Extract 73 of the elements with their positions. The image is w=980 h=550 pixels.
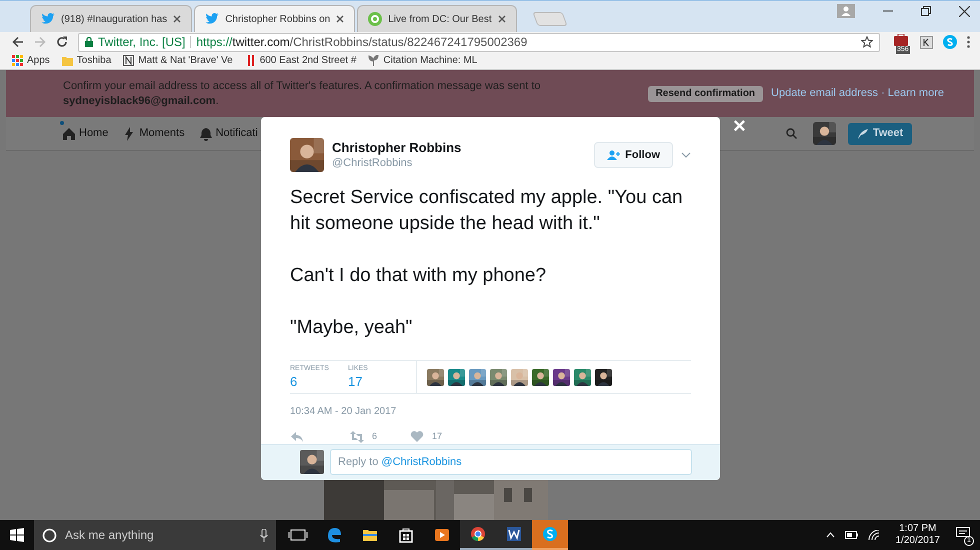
taskbar-search[interactable]: Ask me anything: [34, 520, 276, 550]
taskbar-app[interactable]: [496, 520, 532, 550]
n-logo-icon: [123, 55, 134, 66]
bird-icon: [205, 13, 220, 25]
notifications-icon[interactable]: [956, 527, 970, 540]
site-identity: Twitter, Inc. [US]: [98, 34, 186, 51]
browser-tab[interactable]: (918) #Inauguration has: [30, 5, 192, 32]
reply-field[interactable]: Reply to @ChristRobbins: [330, 449, 692, 476]
update-email-link[interactable]: Update email address: [771, 85, 878, 102]
folder-icon: [62, 55, 73, 66]
star-icon[interactable]: [861, 36, 873, 48]
plant-icon: [368, 55, 380, 66]
follow-button[interactable]: Follow: [594, 142, 673, 168]
close-icon[interactable]: [498, 15, 506, 23]
windows-logo-icon[interactable]: [10, 528, 24, 542]
taskbar-app[interactable]: [460, 520, 496, 550]
bookmark[interactable]: 600 East 2nd Street #: [260, 53, 356, 68]
lock-icon: [85, 37, 93, 47]
address-bar[interactable]: Twitter, Inc. [US] https://twitter.com/ChristRobbins/status/822467241795002369: [78, 32, 880, 52]
tweet-button[interactable]: Tweet: [848, 122, 912, 144]
banner-message: Confirm your email address to access all of Twitter's features. A confirmation message was sent to sydneyisblack96@gmail.com.: [63, 78, 542, 108]
nav-item[interactable]: Notificati: [198, 125, 258, 142]
search-icon[interactable]: [786, 128, 797, 139]
reload-icon[interactable]: [56, 36, 68, 48]
close-icon[interactable]: [336, 15, 344, 23]
home-icon: [62, 126, 76, 140]
s-logo-icon: [368, 12, 382, 26]
tweet-text: Can't I do that with my phone?: [290, 264, 548, 288]
add-user-icon: [607, 150, 622, 160]
restore-icon[interactable]: [921, 6, 931, 16]
close-icon[interactable]: [959, 6, 970, 16]
nav-item[interactable]: Home: [62, 125, 108, 142]
retweet-icon: [350, 430, 364, 444]
chevron-up-icon[interactable]: [826, 532, 834, 538]
microphone-icon: [260, 528, 268, 542]
wifi-icon[interactable]: [868, 530, 880, 540]
tweet-text: Secret Service confiscated my apple. "You can hit someone upside the head with it.": [290, 186, 684, 236]
retweet-button[interactable]: 6: [350, 430, 410, 444]
bell-icon: [198, 126, 213, 140]
heart-icon: [410, 430, 424, 444]
chevron-down-icon[interactable]: [681, 152, 691, 158]
taskbar-clock[interactable]: 1:07 PM 1/20/2017: [896, 523, 940, 547]
k-extension-icon[interactable]: [920, 36, 933, 48]
bookmark[interactable]: Citation Machine: ML: [383, 53, 478, 68]
author-handle[interactable]: @ChristRobbins: [332, 156, 594, 170]
url-text: https://twitter.com/ChristRobbins/status/822467241795002369: [196, 34, 528, 51]
browser-tab[interactable]: Christopher Robbins on: [194, 5, 356, 32]
learn-more-link[interactable]: Learn more: [888, 85, 944, 102]
separator-dot: ·: [881, 86, 885, 102]
like-button[interactable]: 17: [410, 430, 470, 444]
word-logo-icon: [504, 524, 524, 544]
nav-item[interactable]: Moments: [122, 125, 185, 142]
bookmark[interactable]: Matt & Nat 'Brave' Ve: [138, 53, 233, 68]
bird-icon: [41, 13, 55, 25]
bookmark[interactable]: Apps: [27, 53, 50, 68]
skype-logo-icon: [540, 524, 560, 544]
back-icon[interactable]: [12, 36, 24, 48]
author-name[interactable]: Christopher Robbins: [332, 140, 594, 156]
apps-grid-icon: [12, 55, 23, 66]
circle-icon: [42, 528, 57, 542]
menu-icon[interactable]: [967, 36, 970, 48]
chrome-logo-icon: [468, 524, 488, 544]
resend-button[interactable]: Resend confirmation: [648, 86, 764, 102]
reply-icon: [290, 430, 304, 444]
close-button[interactable]: ×: [733, 115, 746, 137]
bookmark[interactable]: Toshiba: [76, 53, 112, 68]
close-icon[interactable]: [173, 15, 182, 23]
briefcase-icon[interactable]: [894, 34, 910, 46]
battery-icon[interactable]: [844, 531, 858, 539]
tweet-text: "Maybe, yeah": [290, 316, 414, 340]
quill-icon: [856, 128, 869, 140]
browser-tab[interactable]: Live from DC: Our Best: [357, 5, 517, 32]
tweet-timestamp[interactable]: 10:34 AM - 20 Jan 2017: [290, 404, 691, 419]
